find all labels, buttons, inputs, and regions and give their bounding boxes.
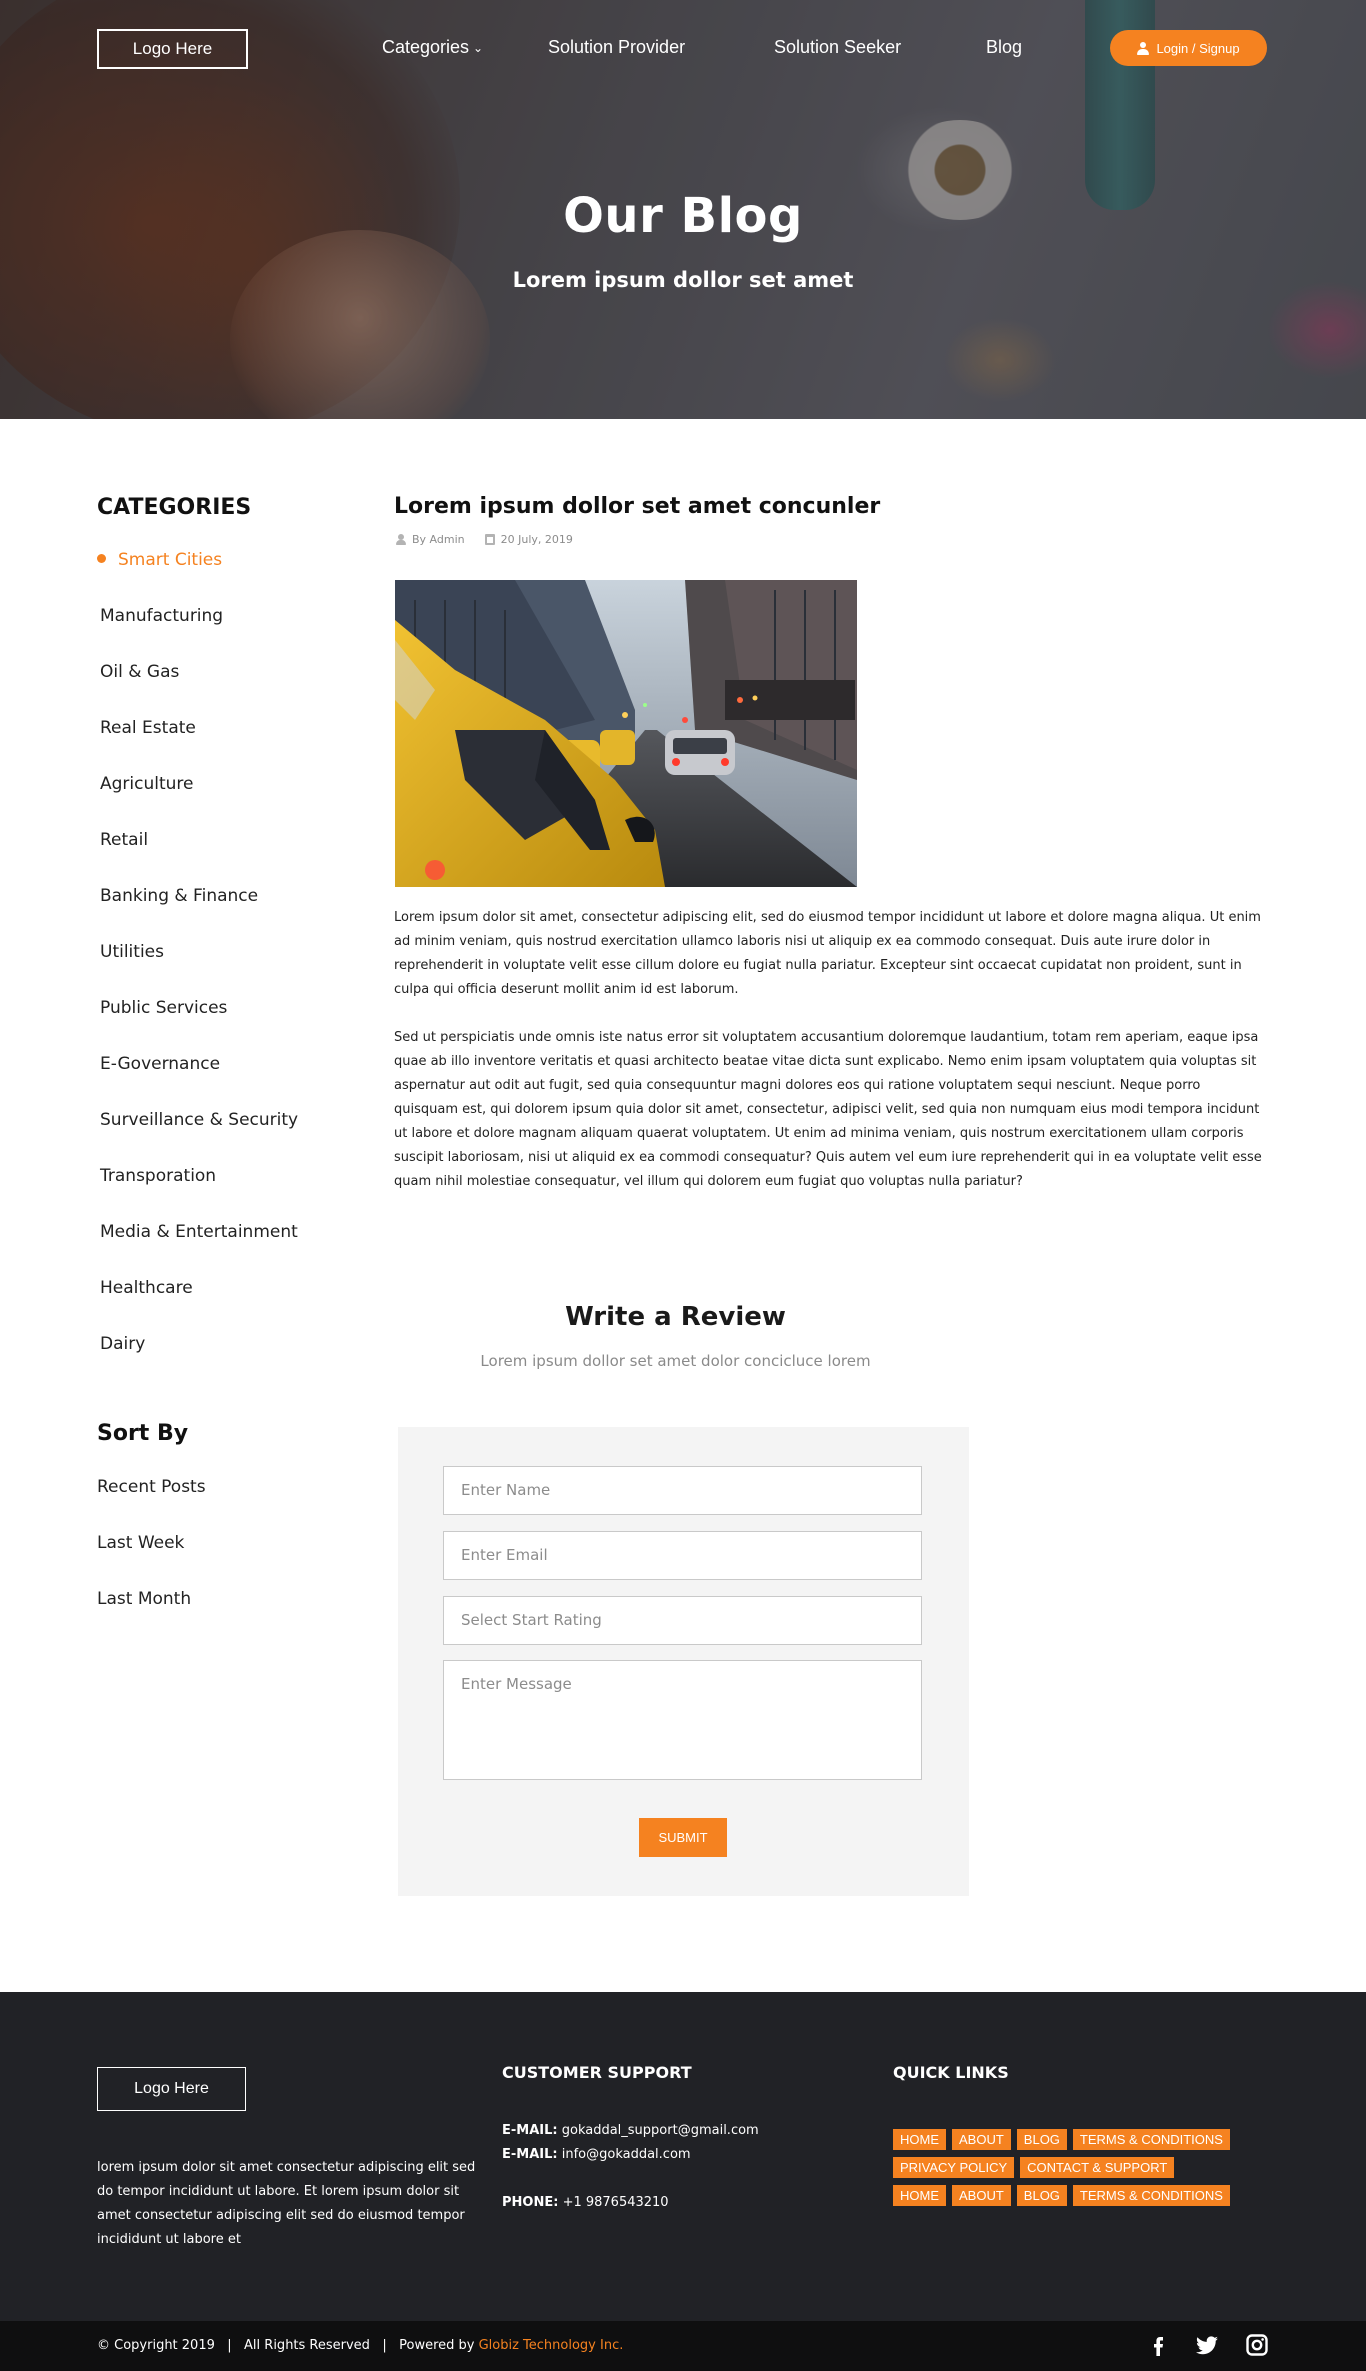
quick-link-home[interactable]: HOME bbox=[893, 2129, 946, 2150]
post-date: 20 July, 2019 bbox=[500, 533, 573, 546]
powered-by-link[interactable]: Globiz Technology Inc. bbox=[479, 2338, 624, 2353]
category-item-retail[interactable]: Retail bbox=[97, 830, 337, 886]
nav-blog[interactable]: Blog bbox=[986, 37, 1022, 58]
page-title: Our Blog bbox=[563, 188, 803, 244]
quick-links-heading: QUICK LINKS bbox=[893, 2063, 1009, 2082]
name-field[interactable]: Enter Name bbox=[443, 1466, 922, 1515]
login-signup-label: Login / Signup bbox=[1156, 40, 1240, 56]
category-item-transporation[interactable]: Transporation bbox=[97, 1166, 337, 1222]
facebook-icon[interactable] bbox=[1146, 2333, 1170, 2357]
quick-link-about[interactable]: ABOUT bbox=[952, 2185, 1011, 2206]
category-item-agriculture[interactable]: Agriculture bbox=[97, 774, 337, 830]
sort-by-heading: Sort By bbox=[97, 1421, 189, 1446]
category-item-surveillance-security[interactable]: Surveillance & Security bbox=[97, 1110, 337, 1166]
copyright-label: © Copyright 2019 | All Rights Reserved |… bbox=[97, 2338, 479, 2353]
phone-line: PHONE: +1 9876543210 bbox=[502, 2195, 669, 2210]
email-label: E-MAIL: bbox=[502, 2123, 558, 2138]
footer: Logo Here lorem ipsum dolor sit amet con… bbox=[0, 1992, 1366, 2321]
category-item-e-governance[interactable]: E-Governance bbox=[97, 1054, 337, 1110]
email-field[interactable]: Enter Email bbox=[443, 1531, 922, 1580]
quick-link-contact-support[interactable]: CONTACT & SUPPORT bbox=[1020, 2157, 1175, 2178]
post-body: Lorem ipsum dolor sit amet, consectetur … bbox=[394, 906, 1268, 1218]
support-email-line: E-MAIL: gokaddal_support@gmail.com bbox=[502, 2123, 759, 2138]
post-paragraph: Sed ut perspiciatis unde omnis iste natu… bbox=[394, 1030, 1262, 1189]
login-signup-button[interactable]: Login / Signup bbox=[1110, 30, 1267, 66]
category-item-banking-finance[interactable]: Banking & Finance bbox=[97, 886, 337, 942]
categories-heading: CATEGORIES bbox=[97, 495, 252, 520]
sort-option-last-month[interactable]: Last Month bbox=[97, 1589, 206, 1645]
quick-links-row: HOME ABOUT BLOG TERMS & CONDITIONS bbox=[893, 2185, 1230, 2206]
copyright-bar: © Copyright 2019 | All Rights Reserved |… bbox=[0, 2321, 1366, 2371]
category-item-media-entertainment[interactable]: Media & Entertainment bbox=[97, 1222, 337, 1278]
category-item-dairy[interactable]: Dairy bbox=[97, 1334, 337, 1390]
rating-select[interactable]: Select Start Rating bbox=[443, 1596, 922, 1645]
phone-label: PHONE: bbox=[502, 2195, 559, 2210]
nav-categories[interactable]: Categories ⌄ bbox=[382, 37, 483, 58]
sort-option-last-week[interactable]: Last Week bbox=[97, 1533, 206, 1589]
review-title: Write a Review bbox=[565, 1302, 786, 1332]
instagram-icon[interactable] bbox=[1245, 2333, 1269, 2357]
chevron-down-icon: ⌄ bbox=[473, 41, 484, 55]
quick-link-privacy-policy[interactable]: PRIVACY POLICY bbox=[893, 2157, 1015, 2178]
page-subtitle: Lorem ipsum dollor set amet bbox=[512, 268, 854, 292]
category-label: Smart Cities bbox=[118, 550, 223, 570]
top-navigation: Logo Here Categories ⌄ Solution Provider … bbox=[0, 0, 1366, 95]
quick-link-blog[interactable]: BLOG bbox=[1016, 2129, 1067, 2150]
message-field[interactable]: Enter Message bbox=[443, 1660, 922, 1780]
calendar-icon bbox=[484, 534, 495, 545]
footer-about-text: lorem ipsum dolor sit amet consectetur a… bbox=[97, 2160, 476, 2247]
quick-link-terms[interactable]: TERMS & CONDITIONS bbox=[1072, 2185, 1230, 2206]
nav-solution-seeker[interactable]: Solution Seeker bbox=[774, 37, 901, 58]
category-sidebar: CATEGORIES Smart Cities Manufacturing Oi… bbox=[97, 495, 337, 1390]
post-image-city-street bbox=[395, 580, 857, 887]
category-item-manufacturing[interactable]: Manufacturing bbox=[97, 606, 337, 662]
nav-solution-provider[interactable]: Solution Provider bbox=[548, 37, 685, 58]
phone-number[interactable]: +1 9876543210 bbox=[563, 2195, 669, 2210]
post-meta: By Admin 20 July, 2019 bbox=[396, 533, 573, 546]
quick-links-row: PRIVACY POLICY CONTACT & SUPPORT bbox=[893, 2157, 1175, 2178]
support-email[interactable]: gokaddal_support@gmail.com bbox=[562, 2123, 759, 2138]
sort-options-list: Recent Posts Last Week Last Month bbox=[97, 1477, 206, 1645]
author-icon bbox=[396, 534, 406, 545]
post-paragraph: Lorem ipsum dolor sit amet, consectetur … bbox=[394, 910, 1261, 997]
email-label: E-MAIL: bbox=[502, 2147, 558, 2162]
nav-categories-label: Categories bbox=[382, 37, 470, 57]
twitter-icon[interactable] bbox=[1195, 2333, 1219, 2357]
quick-link-blog[interactable]: BLOG bbox=[1016, 2185, 1067, 2206]
category-item-utilities[interactable]: Utilities bbox=[97, 942, 337, 998]
category-item-public-services[interactable]: Public Services bbox=[97, 998, 337, 1054]
post-title: Lorem ipsum dollor set amet concunler bbox=[394, 494, 881, 519]
review-subtitle: Lorem ipsum dollor set amet dolor concic… bbox=[480, 1352, 871, 1370]
post-author: By Admin bbox=[412, 533, 465, 546]
info-email[interactable]: info@gokaddal.com bbox=[562, 2147, 691, 2162]
quick-links-row: HOME ABOUT BLOG TERMS & CONDITIONS bbox=[893, 2129, 1230, 2150]
user-icon bbox=[1137, 42, 1150, 55]
customer-support-heading: CUSTOMER SUPPORT bbox=[502, 2063, 692, 2082]
copyright-text: © Copyright 2019 | All Rights Reserved |… bbox=[97, 2338, 623, 2353]
info-email-line: E-MAIL: info@gokaddal.com bbox=[502, 2147, 691, 2162]
quick-link-about[interactable]: ABOUT bbox=[952, 2129, 1011, 2150]
category-item-healthcare[interactable]: Healthcare bbox=[97, 1278, 337, 1334]
sort-option-recent-posts[interactable]: Recent Posts bbox=[97, 1477, 206, 1533]
header-logo[interactable]: Logo Here bbox=[97, 29, 248, 69]
active-dot-icon bbox=[97, 554, 106, 563]
quick-link-home[interactable]: HOME bbox=[893, 2185, 946, 2206]
category-item-smart-cities[interactable]: Smart Cities bbox=[97, 550, 337, 606]
category-list: Smart Cities Manufacturing Oil & Gas Rea… bbox=[97, 550, 337, 1390]
quick-link-terms[interactable]: TERMS & CONDITIONS bbox=[1072, 2129, 1230, 2150]
submit-button[interactable]: SUBMIT bbox=[639, 1818, 727, 1857]
footer-logo[interactable]: Logo Here bbox=[97, 2067, 246, 2111]
review-form: Enter Name Enter Email Select Start Rati… bbox=[398, 1427, 969, 1896]
category-item-real-estate[interactable]: Real Estate bbox=[97, 718, 337, 774]
category-item-oil-gas[interactable]: Oil & Gas bbox=[97, 662, 337, 718]
hero-banner: Logo Here Categories ⌄ Solution Provider … bbox=[0, 0, 1366, 419]
